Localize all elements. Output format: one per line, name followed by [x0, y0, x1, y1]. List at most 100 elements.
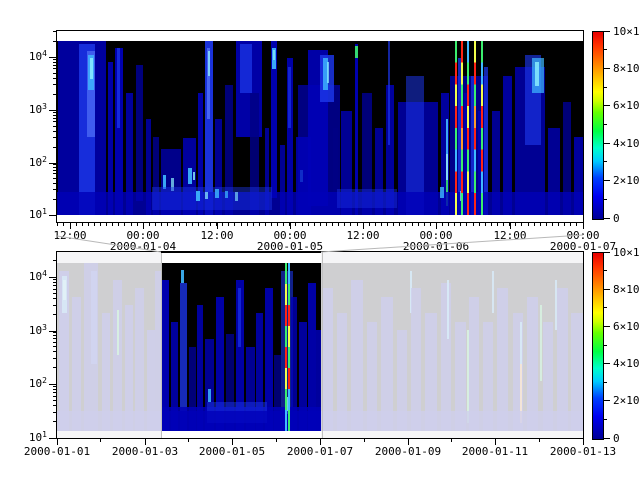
- y-minor-tick: [53, 314, 57, 315]
- y-minor-tick: [53, 112, 57, 113]
- y-minor-tick: [53, 170, 57, 171]
- spectrogram-streak: [193, 172, 195, 181]
- colorbar-gradient: [592, 31, 604, 220]
- x-minor-tick: [276, 438, 277, 442]
- y-minor-tick: [53, 41, 57, 42]
- x-minor-tick: [63, 222, 64, 226]
- y-major-tick: [49, 384, 57, 385]
- x-minor-tick: [473, 222, 474, 226]
- x-minor-tick: [485, 222, 486, 226]
- y-minor-tick: [53, 289, 57, 290]
- y-minor-tick: [53, 164, 57, 165]
- spectrogram-streak: [205, 192, 208, 199]
- spectrogram-streak: [225, 191, 228, 198]
- y-minor-tick: [53, 335, 57, 336]
- intense-burst-line: [455, 41, 457, 215]
- spectrogram-streak: [136, 65, 143, 201]
- x-date-label: 2000-01-07: [550, 241, 616, 252]
- x-minor-tick: [137, 222, 138, 226]
- x-minor-tick: [564, 222, 565, 226]
- spectrogram-streak: [235, 192, 238, 201]
- x-minor-tick: [503, 222, 504, 226]
- x-major-tick: [583, 222, 584, 229]
- x-minor-tick: [326, 222, 327, 226]
- x-date-label: 2000-01-05: [257, 241, 323, 252]
- colorbar-major-tick: [604, 31, 610, 32]
- x-minor-tick: [539, 438, 540, 442]
- x-minor-tick: [546, 222, 547, 226]
- colorbar-tick-label: 4×107: [613, 138, 640, 150]
- spectrogram-streak: [240, 44, 252, 93]
- y-minor-tick: [53, 78, 57, 79]
- x-minor-tick: [521, 222, 522, 226]
- colorbar-tick-label: 0: [613, 213, 620, 224]
- intense-burst-line: [467, 41, 469, 215]
- spectrogram-streak: [446, 154, 448, 180]
- colorbar-minor-tick: [604, 87, 607, 88]
- y-tick-label: 101: [23, 209, 47, 221]
- spectrogram-streak: [273, 50, 275, 60]
- x-major-tick: [145, 438, 146, 445]
- colorbar-minor-tick: [604, 199, 607, 200]
- x-minor-tick: [277, 222, 278, 226]
- zoomed-spectrogram-data-area: [57, 41, 583, 215]
- x-minor-tick: [460, 222, 461, 226]
- colorbar-major-tick: [604, 363, 610, 364]
- x-minor-tick: [308, 222, 309, 226]
- y-minor-tick: [53, 59, 57, 60]
- y-minor-tick: [53, 178, 57, 179]
- y-minor-tick: [53, 121, 57, 122]
- time-selection-box[interactable]: [161, 252, 323, 438]
- y-minor-tick: [53, 199, 57, 200]
- y-minor-tick: [53, 285, 57, 286]
- y-minor-tick: [53, 31, 57, 32]
- x-minor-tick: [88, 222, 89, 226]
- y-minor-tick: [53, 332, 57, 333]
- x-tick-label: 12:00: [53, 230, 86, 241]
- y-minor-tick: [53, 421, 57, 422]
- x-minor-tick: [430, 222, 431, 226]
- greyed-out-region: [57, 252, 161, 438]
- y-minor-tick: [53, 167, 57, 168]
- colorbar-major-tick: [604, 143, 610, 144]
- colorbar-major-tick: [604, 218, 610, 219]
- x-minor-tick: [241, 222, 242, 226]
- x-major-tick: [320, 438, 321, 445]
- x-minor-tick: [399, 222, 400, 226]
- overview-spectrogram-panel: 2000-01-012000-01-032000-01-052000-01-07…: [57, 252, 583, 438]
- x-minor-tick: [265, 222, 266, 226]
- y-minor-tick: [53, 293, 57, 294]
- x-minor-tick: [216, 222, 217, 226]
- y-tick-label: 103: [23, 325, 47, 337]
- y-minor-tick: [53, 147, 57, 148]
- x-minor-tick: [210, 222, 211, 226]
- x-minor-tick: [173, 222, 174, 226]
- y-minor-tick: [53, 298, 57, 299]
- x-minor-tick: [253, 222, 254, 226]
- colorbar-gradient: [592, 252, 604, 440]
- x-minor-tick: [540, 222, 541, 226]
- x-minor-tick: [369, 222, 370, 226]
- x-tick-label: 2000-01-07: [287, 446, 353, 457]
- x-minor-tick: [424, 222, 425, 226]
- x-minor-tick: [118, 222, 119, 226]
- y-minor-tick: [53, 73, 57, 74]
- y-minor-tick: [53, 62, 57, 63]
- y-minor-tick: [53, 342, 57, 343]
- spectrogram-streak: [90, 58, 93, 79]
- colorbar-tick-label: 10×107: [613, 26, 640, 38]
- y-minor-tick: [53, 126, 57, 127]
- x-minor-tick: [363, 222, 364, 226]
- x-minor-tick: [491, 222, 492, 226]
- colorbar-minor-tick: [604, 345, 607, 346]
- x-minor-tick: [357, 222, 358, 226]
- x-minor-tick: [479, 222, 480, 226]
- x-minor-tick: [418, 222, 419, 226]
- x-major-tick: [232, 438, 233, 445]
- spectrogram-streak: [152, 187, 272, 210]
- spectrogram-streak: [446, 119, 448, 154]
- greyed-out-region: [321, 252, 583, 438]
- x-minor-tick: [314, 222, 315, 226]
- x-minor-tick: [76, 222, 77, 226]
- x-minor-tick: [442, 222, 443, 226]
